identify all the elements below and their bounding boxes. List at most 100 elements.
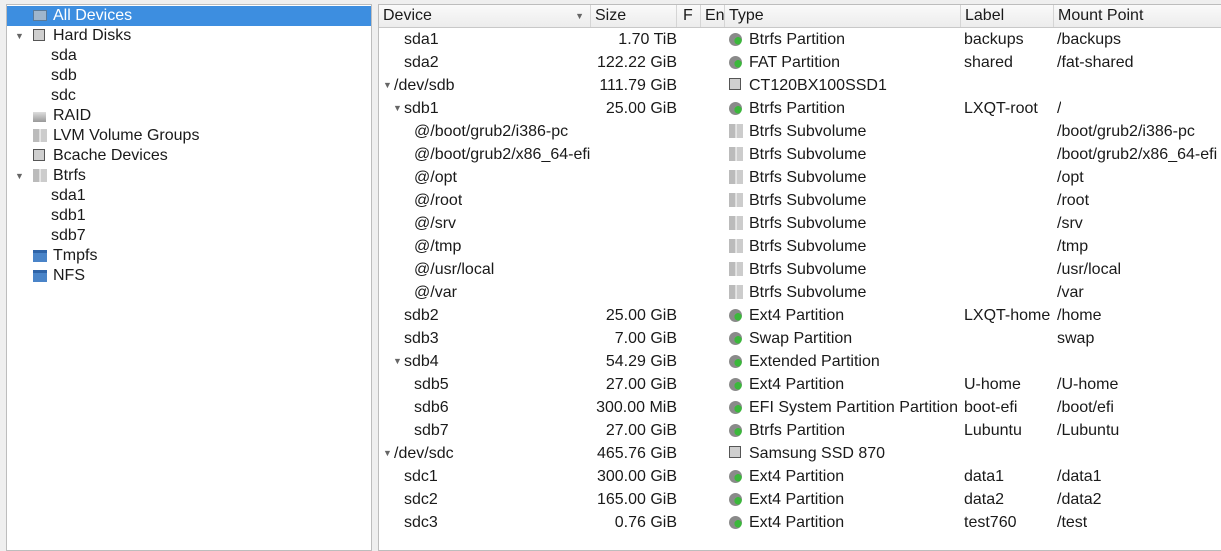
disk-icon [729, 78, 741, 90]
device-label: U-home [964, 376, 1021, 393]
column-header-en[interactable]: En [701, 5, 725, 27]
column-header-size[interactable]: Size [591, 5, 677, 27]
mount-point: /root [1057, 192, 1090, 209]
device-type: Extended Partition [749, 353, 880, 370]
table-row[interactable]: sdb6 300.00 MiB EFI System Partition Parti… [379, 396, 1221, 419]
table-row[interactable]: sda1 1.70 TiB Btrfs Partition backups/backu… [379, 28, 1221, 51]
sidebar-item[interactable]: ▼ Btrfs [7, 166, 371, 186]
expand-arrow-icon[interactable]: ▼ [393, 356, 402, 366]
device-size [591, 235, 677, 258]
device-size: 465.76 GiB [596, 445, 677, 462]
disk-icon [33, 29, 45, 41]
table-row[interactable]: @/srv Btrfs Subvolume/srv [379, 212, 1221, 235]
expand-arrow-icon[interactable]: ▼ [15, 166, 24, 186]
sidebar-item-label: NFS [53, 267, 85, 284]
expand-arrow-icon[interactable]: ▼ [383, 448, 392, 458]
subvolume-icon [729, 147, 743, 161]
mount-point: /fat-shared [1057, 54, 1134, 71]
sidebar-item[interactable]: Tmpfs [7, 246, 371, 266]
table-row[interactable]: @/usr/local Btrfs Subvolume/usr/local [379, 258, 1221, 281]
device-name: @/boot/grub2/i386-pc [414, 123, 569, 140]
partition-icon [729, 355, 742, 368]
device-name: sdc2 [404, 491, 438, 508]
column-header-device[interactable]: Device ▼ [379, 5, 591, 27]
device-size: 27.00 GiB [605, 376, 677, 393]
sidebar-item[interactable]: sda [7, 46, 371, 66]
sidebar-item-label: sda1 [51, 187, 86, 204]
mount-point: /boot/grub2/x86_64-efi [1057, 146, 1218, 163]
device-type: Btrfs Subvolume [749, 123, 867, 140]
device-label: boot-efi [964, 399, 1018, 416]
table-row[interactable]: @/boot/grub2/i386-pc Btrfs Subvolume/boot… [379, 120, 1221, 143]
sidebar-item[interactable]: RAID [7, 106, 371, 126]
sidebar-item[interactable]: Bcache Devices [7, 146, 371, 166]
expand-arrow-icon[interactable]: ▼ [383, 80, 392, 90]
expand-arrow-icon[interactable]: ▼ [15, 26, 24, 46]
table-row[interactable]: sdb5 27.00 GiB Ext4 Partition U-home/U-home [379, 373, 1221, 396]
sidebar-item-label: All Devices [53, 7, 133, 24]
device-size: 1.70 TiB [618, 31, 677, 48]
sidebar-item[interactable]: LVM Volume Groups [7, 126, 371, 146]
table-row[interactable]: sdc1 300.00 GiB Ext4 Partition data1/data1 [379, 465, 1221, 488]
device-type: Ext4 Partition [749, 376, 845, 393]
mount-point: /boot/efi [1057, 399, 1114, 416]
table-row[interactable]: @/boot/grub2/x86_64-efi Btrfs Subvolume/b… [379, 143, 1221, 166]
column-header-f[interactable]: F [679, 5, 701, 27]
network-folder-icon [33, 270, 47, 282]
column-header-type[interactable]: Type [725, 5, 961, 27]
device-size: 300.00 MiB [596, 399, 677, 416]
disk-icon [33, 149, 45, 161]
device-name: sdb1 [404, 100, 439, 117]
device-size [591, 120, 677, 143]
sidebar-item[interactable]: sdc [7, 86, 371, 106]
device-label: LXQT-root [964, 100, 1038, 117]
table-row[interactable]: ▼ sdb4 54.29 GiB Extended Partition [379, 350, 1221, 373]
expand-arrow-icon[interactable]: ▼ [393, 103, 402, 113]
table-row[interactable]: sdb2 25.00 GiB Ext4 Partition LXQT-home/hom… [379, 304, 1221, 327]
device-size: 25.00 GiB [605, 100, 677, 117]
sidebar-item[interactable]: sdb7 [7, 226, 371, 246]
sidebar-item[interactable]: sdb [7, 66, 371, 86]
table-row[interactable]: @/tmp Btrfs Subvolume/tmp [379, 235, 1221, 258]
table-row[interactable]: ▼/dev/sdc 465.76 GiB Samsung SSD 870 [379, 442, 1221, 465]
column-header-label: Device [383, 7, 432, 24]
table-row[interactable]: sda2 122.22 GiB FAT Partition shared/fat-sh… [379, 51, 1221, 74]
folder-icon [33, 250, 47, 262]
table-row[interactable]: @/opt Btrfs Subvolume/opt [379, 166, 1221, 189]
sidebar-item[interactable]: ▼ Hard Disks [7, 26, 371, 46]
device-type: Btrfs Partition [749, 31, 846, 48]
column-header-label[interactable]: Label [961, 5, 1054, 27]
sidebar-item-label: sda [51, 47, 77, 64]
table-row[interactable]: sdc3 0.76 GiB Ext4 Partition test760/test [379, 511, 1221, 534]
device-table[interactable]: Device ▼ Size F En Type Label Mount Point sda1 1… [378, 4, 1221, 551]
table-row[interactable]: sdb7 27.00 GiB Btrfs Partition Lubuntu/Lubu… [379, 419, 1221, 442]
sidebar-item[interactable]: NFS [7, 266, 371, 286]
table-row[interactable]: ▼ sdb1 25.00 GiB Btrfs Partition LXQT-root / [379, 97, 1221, 120]
device-name: /dev/sdc [394, 445, 454, 462]
device-label: Lubuntu [964, 422, 1022, 439]
device-label: backups [964, 31, 1024, 48]
partition-icon [729, 401, 742, 414]
sidebar-item[interactable]: sdb1 [7, 206, 371, 226]
table-row[interactable]: ▼/dev/sdb 111.79 GiB CT120BX100SSD1 [379, 74, 1221, 97]
device-name: @/usr/local [414, 261, 495, 278]
sidebar-item[interactable]: All Devices [7, 6, 371, 26]
table-row[interactable]: @/var Btrfs Subvolume/var [379, 281, 1221, 304]
device-size [591, 281, 677, 304]
table-row[interactable]: sdb3 7.00 GiB Swap Partition swap [379, 327, 1221, 350]
table-row[interactable]: @/root Btrfs Subvolume/root [379, 189, 1221, 212]
mount-point: /srv [1057, 215, 1083, 232]
device-size: 111.79 GiB [599, 77, 677, 94]
sidebar-item-label: sdb7 [51, 227, 86, 244]
device-name: sda1 [404, 31, 439, 48]
device-type: Btrfs Partition [749, 422, 846, 439]
device-category-tree[interactable]: All Devices ▼ Hard Disks sda sdb sdc RAID LVM V… [6, 4, 372, 551]
device-name: @/opt [414, 169, 457, 186]
column-header-mount-point[interactable]: Mount Point [1054, 5, 1221, 27]
device-size: 27.00 GiB [605, 422, 677, 439]
partition-icon [729, 470, 742, 483]
table-row[interactable]: sdc2 165.00 GiB Ext4 Partition data2/data2 [379, 488, 1221, 511]
column-header-label: Label [965, 7, 1005, 24]
mount-point: /U-home [1057, 376, 1119, 393]
sidebar-item[interactable]: sda1 [7, 186, 371, 206]
